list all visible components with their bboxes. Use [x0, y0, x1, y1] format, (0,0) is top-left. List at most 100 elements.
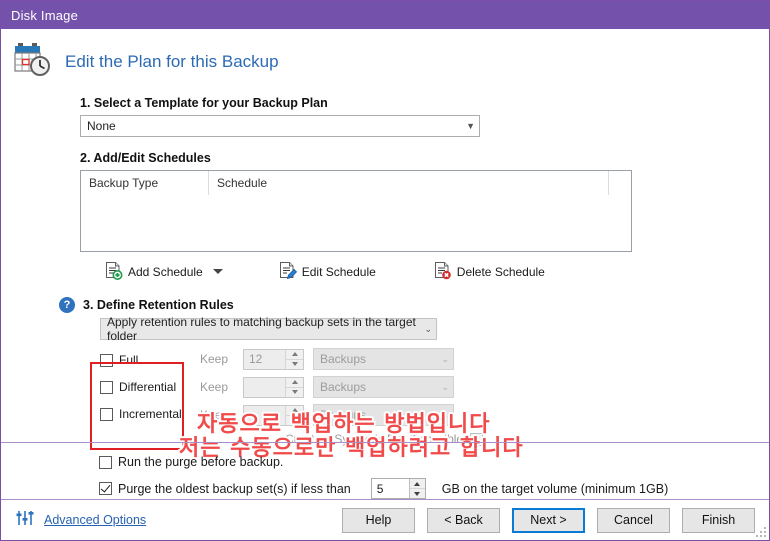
checkbox-purge-oldest-box[interactable] [99, 482, 112, 495]
page-title: Edit the Plan for this Backup [65, 51, 279, 71]
window-title: Disk Image [11, 7, 79, 23]
step2-label: 2. Add/Edit Schedules [80, 151, 211, 165]
chevron-down-icon: ▼ [466, 120, 475, 131]
step3-header: ? 3. Define Retention Rules [59, 297, 769, 313]
purge-threshold-arrows[interactable] [408, 479, 425, 498]
wizard-footer: Advanced Options Help < Back Next > Canc… [1, 499, 769, 540]
checkbox-run-purge-label: Run the purge before backup. [118, 455, 284, 469]
purge-oldest-label-after: GB on the target volume (minimum 1GB) [441, 481, 669, 496]
chevron-down-icon: ⌄ [441, 381, 449, 392]
template-combobox-value: None [87, 119, 116, 133]
keep-spinner-full[interactable]: 12 [243, 348, 304, 370]
template-combobox[interactable]: None ▼ [80, 115, 480, 137]
checkbox-full-label: Full [119, 353, 139, 367]
keep-spinner-full-value: 12 [249, 352, 263, 366]
checkbox-incremental-label: Incremental [119, 407, 182, 421]
window-titlebar: Disk Image [1, 1, 769, 29]
column-header-schedule[interactable]: Schedule [208, 171, 631, 195]
spinner-down-icon[interactable] [286, 359, 303, 369]
spinner-up-icon[interactable] [286, 405, 303, 416]
purge-threshold-spinner[interactable]: 5 [370, 478, 426, 499]
step1-label: 1. Select a Template for your Backup Pla… [80, 96, 328, 110]
add-schedule-label: Add Schedule [128, 264, 203, 279]
keep-spinner-full-arrows[interactable] [285, 349, 303, 369]
back-button[interactable]: < Back [427, 507, 500, 533]
checkbox-differential[interactable]: Differential [100, 380, 184, 394]
purge-oldest-row: Purge the oldest backup set(s) if less t… [99, 478, 769, 499]
cancel-button[interactable]: Cancel [597, 507, 670, 533]
checkbox-run-purge-box[interactable] [99, 455, 112, 469]
resize-grip[interactable] [756, 527, 766, 537]
keep-row-differential: Keep Backups ⌄ [200, 376, 454, 398]
add-schedule-button[interactable]: Add Schedule [103, 260, 203, 283]
page-header: Edit the Plan for this Backup [1, 29, 769, 84]
keep-unit-combobox-differential[interactable]: Backups ⌄ [313, 376, 454, 398]
keep-row-full: Keep 12 Backups ⌄ [200, 348, 454, 370]
schedule-actions-toolbar: Add Schedule Edit Schedule Delete Schedu… [103, 260, 769, 283]
document-edit-icon [277, 260, 297, 283]
finish-button[interactable]: Finish [682, 507, 755, 533]
keep-row-incremental: Keep Backups ⌄ [200, 404, 454, 426]
keep-unit-combobox-incremental[interactable]: Backups ⌄ [313, 404, 454, 426]
checkbox-incremental[interactable]: Incremental [100, 407, 184, 421]
keep-unit-value-incremental: Backups [320, 408, 367, 422]
disk-image-wizard-window: Disk Image Edit the Plan for this Backup… [0, 0, 770, 541]
spinner-up-icon[interactable] [409, 479, 425, 489]
retention-config-row: Full Differential Incremental Keep 12 Ba… [100, 348, 769, 426]
keep-label-differential: Keep [200, 380, 229, 394]
wizard-content: Edit the Plan for this Backup 1. Select … [1, 29, 769, 499]
column-divider [608, 171, 609, 195]
keep-unit-combobox-full[interactable]: Backups ⌄ [313, 348, 454, 370]
keep-spinner-differential-arrows[interactable] [285, 377, 303, 397]
advanced-options-link[interactable]: Advanced Options [44, 513, 146, 527]
spinner-down-icon[interactable] [286, 387, 303, 397]
schedules-listbox[interactable]: Backup Type Schedule [80, 170, 632, 252]
purge-threshold-value: 5 [376, 481, 384, 496]
keep-label-full: Keep [200, 352, 229, 366]
checkbox-full[interactable]: Full [100, 353, 184, 367]
keep-unit-value-full: Backups [320, 352, 367, 366]
spinner-up-icon[interactable] [286, 377, 303, 388]
checkbox-incremental-box[interactable] [100, 407, 113, 421]
keep-rows-group: Keep 12 Backups ⌄ Keep Backups ⌄ Keep Ba… [200, 348, 454, 426]
section-divider [1, 442, 769, 443]
delete-schedule-button[interactable]: Delete Schedule [432, 260, 545, 283]
retention-scope-value: Apply retention rules to matching backup… [107, 315, 416, 343]
keep-spinner-incremental-value [244, 406, 285, 425]
document-add-icon [103, 260, 123, 283]
spinner-down-icon[interactable] [409, 489, 425, 498]
add-schedule-dropdown-caret-icon[interactable] [212, 269, 223, 274]
delete-schedule-label: Delete Schedule [456, 264, 545, 279]
step2-section: 2. Add/Edit Schedules Backup Type Schedu… [1, 151, 769, 283]
checkbox-run-purge-before-backup[interactable]: Run the purge before backup. [99, 455, 769, 469]
spinner-down-icon[interactable] [286, 415, 303, 425]
checkbox-differential-box[interactable] [100, 380, 113, 394]
help-button[interactable]: Help [342, 507, 415, 533]
keep-spinner-differential[interactable] [243, 376, 304, 398]
chevron-down-icon: ⌄ [424, 323, 432, 334]
purge-oldest-label-before: Purge the oldest backup set(s) if less t… [118, 481, 351, 496]
keep-spinner-differential-value [244, 378, 285, 397]
next-button[interactable]: Next > [512, 507, 585, 533]
keep-spinner-incremental[interactable] [243, 404, 304, 426]
checkbox-full-box[interactable] [100, 353, 113, 367]
spinner-up-icon[interactable] [286, 349, 303, 360]
step3-section: ? 3. Define Retention Rules Apply retent… [1, 297, 769, 446]
checkbox-synthetic-full[interactable] [470, 432, 484, 446]
step3-label: 3. Define Retention Rules [83, 298, 234, 312]
column-header-backup-type[interactable]: Backup Type [81, 176, 208, 190]
sliders-icon [15, 508, 35, 533]
help-circle-icon[interactable]: ? [59, 297, 75, 313]
chevron-down-icon: ⌄ [441, 409, 449, 420]
backup-type-checkbox-group: Full Differential Incremental [100, 348, 184, 426]
keep-spinner-incremental-arrows[interactable] [285, 405, 303, 425]
keep-unit-value-differential: Backups [320, 380, 367, 394]
schedules-table-header: Backup Type Schedule [81, 171, 631, 195]
keep-label-incremental: Keep [200, 408, 229, 422]
chevron-down-icon: ⌄ [441, 353, 449, 364]
retention-scope-combobox[interactable]: Apply retention rules to matching backup… [100, 315, 437, 343]
edit-schedule-button[interactable]: Edit Schedule [277, 260, 376, 283]
synthetic-full-row: Create a Synthetic Full if possible [285, 432, 769, 446]
edit-schedule-label: Edit Schedule [301, 264, 376, 279]
document-delete-icon [432, 260, 452, 283]
